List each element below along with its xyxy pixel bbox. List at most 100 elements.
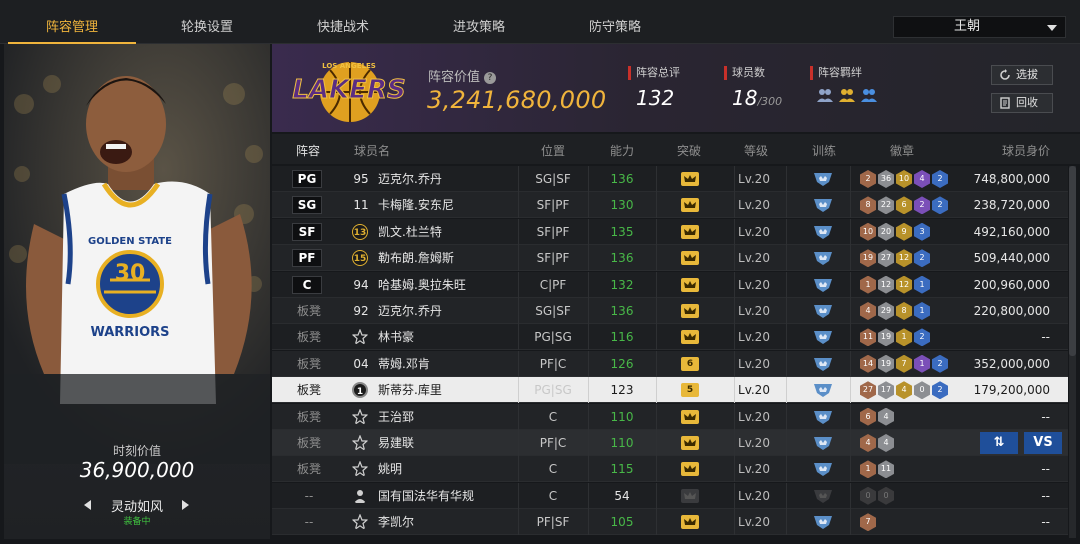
- training-shield-icon[interactable]: [813, 409, 833, 425]
- lineup-slot[interactable]: 板凳: [296, 430, 322, 456]
- training-shield-icon[interactable]: [813, 435, 833, 451]
- table-row[interactable]: 板凳 92 迈克尔.乔丹 SG|SF 136 Lv.20 4 29 8 1 220,800,000: [272, 298, 1068, 324]
- training-shield-icon[interactable]: [813, 224, 833, 240]
- recycle-button[interactable]: 回收: [991, 93, 1053, 113]
- badge-list[interactable]: 1 12 12 1: [860, 275, 932, 294]
- col-rating[interactable]: 能力: [610, 142, 634, 159]
- badge-list[interactable]: 44: [860, 434, 896, 452]
- badge-list[interactable]: 11 19 1 2: [860, 328, 932, 347]
- player-name[interactable]: 国有国法华有华规: [378, 483, 474, 509]
- badge-list[interactable]: 64: [860, 407, 896, 426]
- crown-icon[interactable]: [681, 462, 699, 477]
- player-name[interactable]: 李凯尔: [378, 509, 414, 535]
- tab-quick-tactics[interactable]: 快捷战术: [275, 0, 411, 44]
- lineup-slot[interactable]: --: [296, 509, 322, 535]
- table-row[interactable]: PG 95 迈克尔.乔丹 SG|SF 136 Lv.20 2 36 10 4 2 748,800,00…: [272, 166, 1068, 192]
- training-shield-icon[interactable]: [813, 514, 833, 530]
- table-row[interactable]: SF 13 凯文.杜兰特 SF|PF 135 Lv.20 10 20 9 3 492,160,000: [272, 218, 1068, 245]
- player-name[interactable]: 姚明: [378, 456, 402, 482]
- scrollbar-thumb[interactable]: [1069, 166, 1076, 356]
- player-name[interactable]: 勒布朗.詹姆斯: [378, 245, 454, 271]
- tab-offense[interactable]: 进攻策略: [411, 0, 547, 44]
- training-shield-icon[interactable]: [813, 303, 833, 319]
- col-level[interactable]: 等级: [744, 142, 768, 159]
- tab-defense[interactable]: 防守策略: [547, 0, 683, 44]
- col-player-name[interactable]: 球员名: [354, 142, 390, 159]
- crown-icon[interactable]: [681, 330, 699, 345]
- lineup-slot[interactable]: 板凳: [296, 298, 322, 324]
- crown-icon[interactable]: [681, 515, 699, 530]
- crown-icon[interactable]: [681, 198, 699, 213]
- table-row[interactable]: -- 国有国法华有华规 C 54 Lv.20 0 0 --: [272, 482, 1068, 509]
- swap-button[interactable]: ⇅: [980, 432, 1018, 454]
- player-name[interactable]: 蒂姆.邓肯: [378, 351, 430, 377]
- table-row[interactable]: 板凳 林书豪 PG|SG 116 Lv.20 11 19 1 2 --: [272, 324, 1068, 351]
- lineup-slot[interactable]: 板凳: [296, 377, 322, 403]
- vs-compare-button[interactable]: VS: [1024, 432, 1062, 454]
- player-name[interactable]: 哈基姆.奥拉朱旺: [378, 272, 466, 298]
- player-name[interactable]: 迈克尔.乔丹: [378, 166, 442, 192]
- breakout-badge[interactable]: 5: [681, 383, 699, 398]
- training-shield-icon[interactable]: [813, 488, 833, 504]
- training-shield-icon[interactable]: [813, 277, 833, 293]
- player-name[interactable]: 凯文.杜兰特: [378, 219, 442, 245]
- badge-list[interactable]: 19 27 12 2: [860, 249, 932, 268]
- crown-icon[interactable]: [681, 436, 699, 450]
- lineup-slot[interactable]: 板凳: [296, 404, 322, 430]
- player-name[interactable]: 林书豪: [378, 324, 414, 350]
- table-row[interactable]: 板凳 1 斯蒂芬.库里 PG|SG 123 5 Lv.20 27 17 4 0 2 179,200,00…: [272, 377, 1068, 404]
- badge-list[interactable]: 1 11: [860, 460, 896, 479]
- col-training[interactable]: 训练: [812, 142, 836, 159]
- col-breakout[interactable]: 突破: [677, 142, 701, 159]
- badge-list[interactable]: 4 29 8 1: [860, 302, 932, 320]
- crown-icon[interactable]: [681, 172, 699, 186]
- training-shield-icon[interactable]: [813, 250, 833, 266]
- arrow-left-icon[interactable]: [84, 500, 91, 510]
- table-row[interactable]: SG 11 卡梅隆.安东尼 SF|PF 130 Lv.20 8 22 6 2 2 238,720,00…: [272, 192, 1068, 219]
- help-icon[interactable]: ?: [484, 72, 497, 84]
- col-lineup[interactable]: 阵容: [296, 142, 320, 159]
- table-row[interactable]: -- 李凯尔 PF|SF 105 Lv.20 7 --: [272, 509, 1068, 536]
- crown-icon[interactable]: [681, 409, 699, 424]
- tab-rotation[interactable]: 轮换设置: [139, 0, 275, 44]
- table-row[interactable]: 板凳 04 蒂姆.邓肯 PF|C 126 6 Lv.20 14 19 7 1 2 352,000,000: [272, 350, 1068, 377]
- training-shield-icon[interactable]: [813, 461, 833, 477]
- col-position[interactable]: 位置: [541, 142, 565, 159]
- player-name[interactable]: 易建联: [378, 430, 414, 456]
- lineup-slot[interactable]: SG: [292, 196, 322, 215]
- bond-group-icon[interactable]: [860, 86, 878, 104]
- table-row[interactable]: 板凳 易建联 PF|C 110 Lv.20 4 4 ⇅ VS: [272, 430, 1068, 456]
- badge-list[interactable]: 00: [860, 486, 896, 505]
- training-shield-icon[interactable]: [813, 171, 833, 187]
- training-shield-icon[interactable]: [813, 356, 833, 372]
- breakout-badge[interactable]: 6: [681, 356, 699, 371]
- player-name[interactable]: 迈克尔.乔丹: [378, 298, 442, 324]
- lineup-slot[interactable]: PG: [292, 170, 322, 188]
- col-badges[interactable]: 徽章: [890, 142, 914, 159]
- crown-icon[interactable]: [681, 277, 699, 292]
- crown-icon[interactable]: [681, 304, 699, 318]
- player-name[interactable]: 斯蒂芬.库里: [378, 377, 442, 403]
- lineup-slot[interactable]: SF: [292, 222, 322, 241]
- lineup-slot[interactable]: 板凳: [296, 351, 322, 377]
- player-name[interactable]: 卡梅隆.安东尼: [378, 192, 454, 218]
- tab-lineup[interactable]: 阵容管理: [4, 0, 140, 44]
- lineup-slot[interactable]: PF: [292, 249, 322, 268]
- bond-group-icon[interactable]: [838, 86, 856, 104]
- badge-list[interactable]: 10 20 9 3: [860, 222, 932, 241]
- training-shield-icon[interactable]: [813, 197, 833, 213]
- training-shield-icon[interactable]: [813, 329, 833, 345]
- scrollbar[interactable]: [1069, 166, 1076, 538]
- lineup-slot[interactable]: 板凳: [296, 324, 322, 350]
- dynasty-select[interactable]: 王朝: [893, 16, 1066, 38]
- arrow-right-icon[interactable]: [182, 500, 189, 510]
- training-shield-icon[interactable]: [813, 382, 833, 398]
- table-row[interactable]: C 94 哈基姆.奥拉朱旺 C|PF 132 Lv.20 1 12 12 1 200,960,000: [272, 271, 1068, 298]
- crown-icon[interactable]: [681, 224, 699, 239]
- table-row[interactable]: 板凳 王治郅 C 110 Lv.20 6 4 --: [272, 403, 1068, 430]
- crown-icon[interactable]: [681, 251, 699, 266]
- table-row[interactable]: PF 15 勒布朗.詹姆斯 SF|PF 136 Lv.20 19 27 12 2 509,440,0…: [272, 245, 1068, 272]
- table-row[interactable]: 板凳 姚明 C 115 Lv.20 1 11 --: [272, 456, 1068, 483]
- col-player-worth[interactable]: 球员身价: [1002, 142, 1050, 159]
- bond-group-icon[interactable]: [816, 86, 834, 104]
